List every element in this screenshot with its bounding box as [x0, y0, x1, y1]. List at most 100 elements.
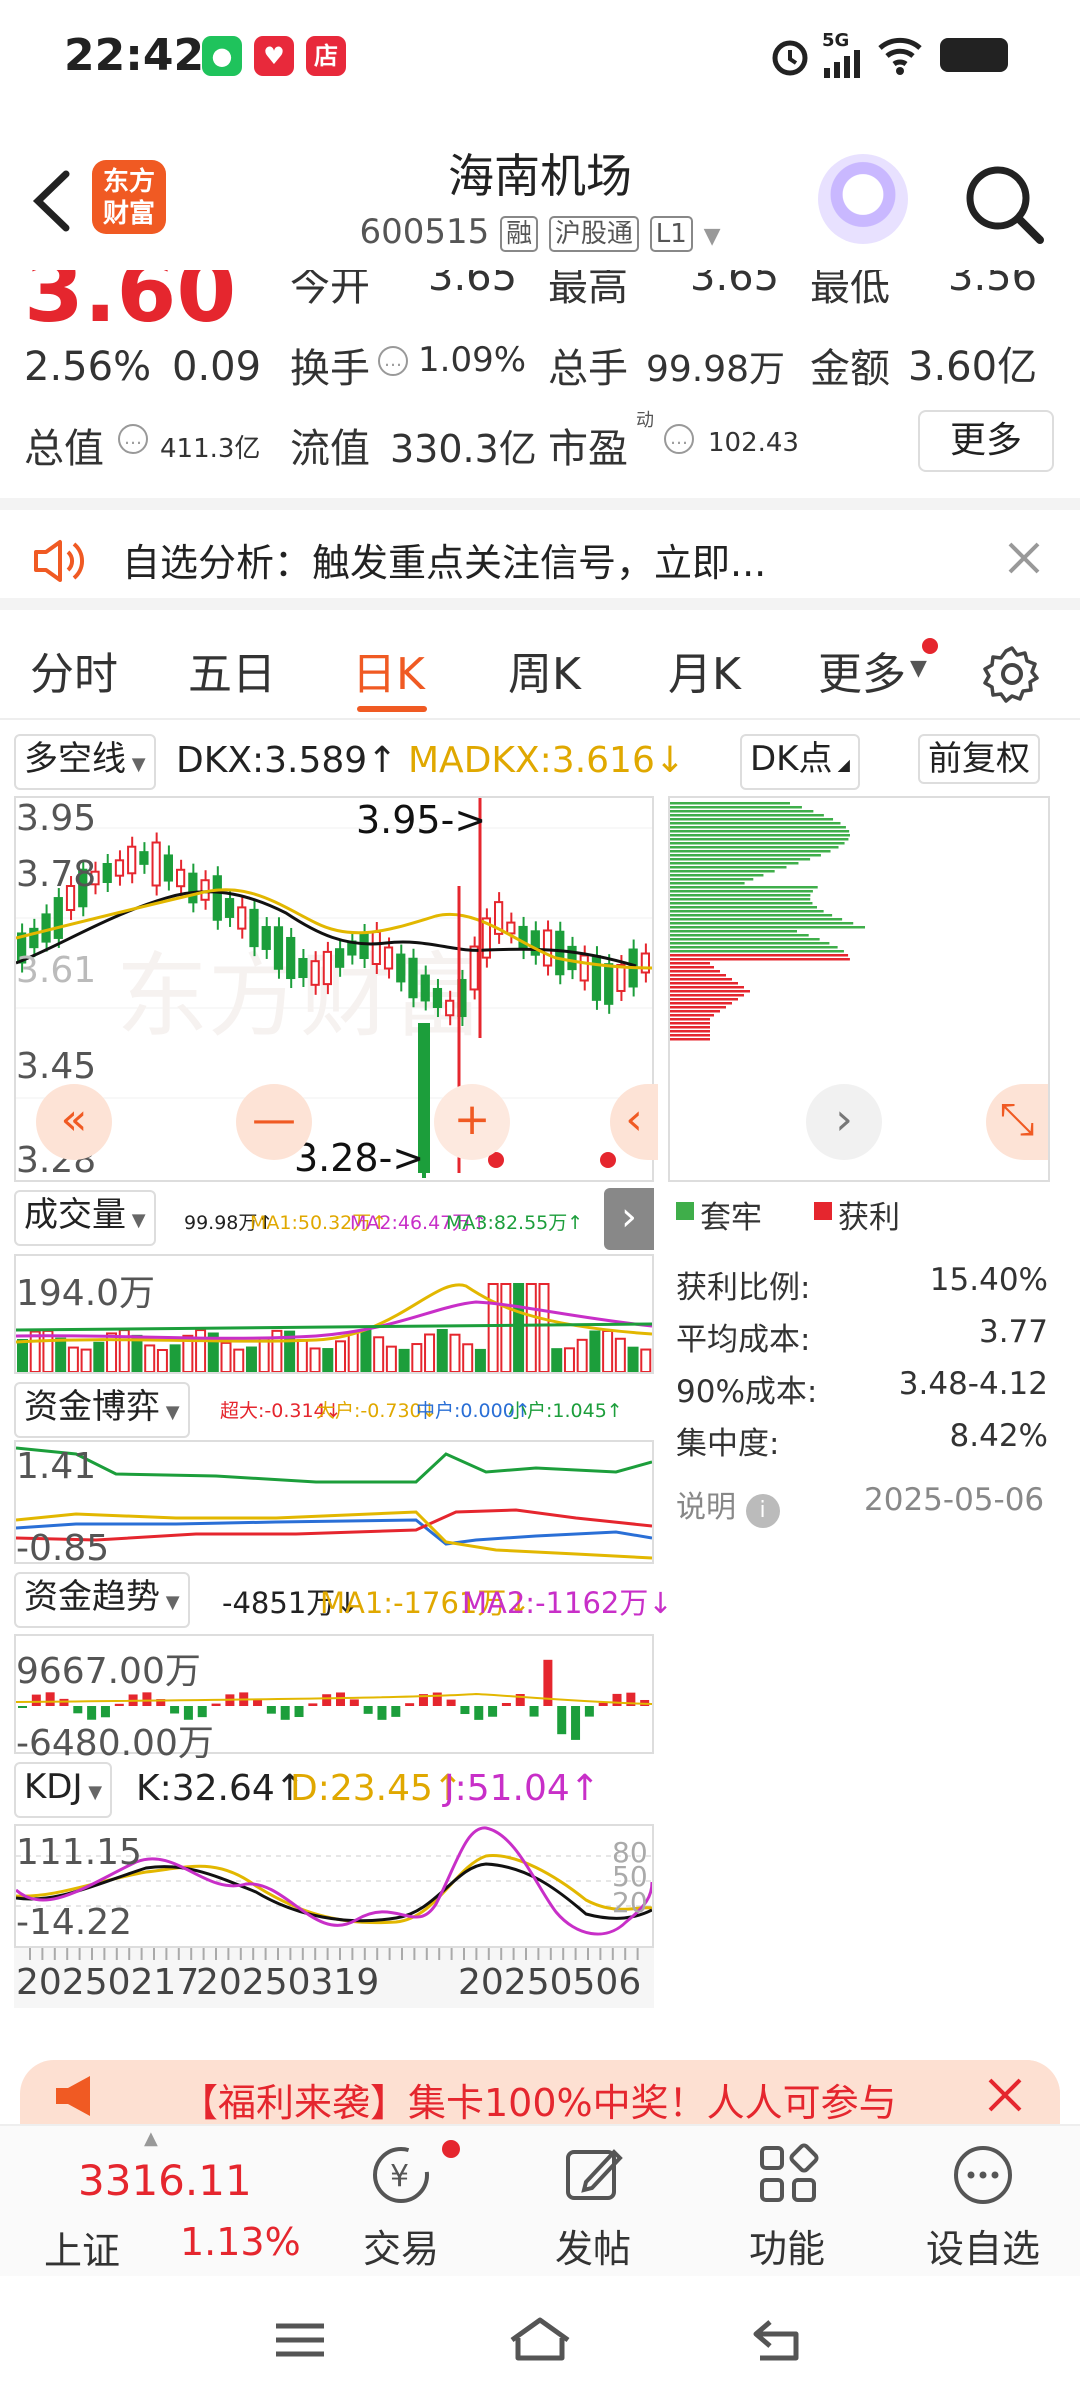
chip-next-icon[interactable]: › — [806, 1084, 882, 1160]
analysis-banner[interactable]: 自选分析：触发重点关注信号，立即... — [0, 498, 1080, 610]
volume-bar — [424, 1333, 436, 1373]
profit-ratio-row: 获利比例: 15.40% — [676, 1262, 1048, 1307]
volume-bar — [563, 1347, 575, 1374]
market-cap-info-icon[interactable]: … — [118, 424, 148, 454]
robot-avatar[interactable] — [818, 154, 908, 244]
nav-trade-label: 交易 — [362, 2227, 439, 2271]
candle-body — [273, 926, 284, 970]
volume-bar — [169, 1344, 181, 1374]
cost90-row: 90%成本: 3.48-4.12 — [676, 1366, 1048, 1411]
signal-icon — [824, 50, 860, 78]
price-axis-3: 3.61 — [16, 950, 97, 991]
fund-small: 小户:1.045↑ — [508, 1400, 623, 1422]
dk-point-select[interactable]: DK点 ◢ — [740, 734, 860, 790]
current-price: 3.60 — [24, 270, 237, 342]
tab-weekly-k[interactable]: 周K — [508, 638, 581, 702]
chip-bar — [670, 978, 732, 981]
candle-body — [286, 936, 296, 980]
promo-banner[interactable]: 【福利来袭】集卡100%中奖！人人可参与 — [20, 2060, 1060, 2128]
tab-more[interactable]: 更多 — [818, 638, 906, 702]
fund-game-select[interactable]: 资金博弈 ▼ — [14, 1382, 190, 1438]
close-icon[interactable] — [1004, 538, 1044, 578]
candle-body — [41, 913, 51, 943]
fund-trend-bar — [170, 1706, 180, 1714]
turnover-info-icon[interactable]: … — [378, 346, 408, 376]
nav-functions[interactable]: 功能 — [712, 2126, 862, 2278]
candle-body — [408, 957, 418, 999]
kdj-level-20: 20 — [612, 1886, 648, 1919]
chip-bar — [670, 918, 843, 921]
pe-dynamic-mark: 动 — [636, 410, 654, 431]
tab-five-day[interactable]: 五日 — [188, 638, 276, 702]
tab-intraday[interactable]: 分时 — [30, 638, 118, 702]
candle-body — [310, 960, 320, 986]
nav-post[interactable]: 发帖 — [518, 2126, 668, 2278]
clock: 22:42 — [64, 30, 205, 81]
trade-yen-icon: ¥ — [373, 2147, 429, 2203]
fund-trend-bar — [294, 1706, 304, 1718]
settings-gear-icon[interactable] — [982, 644, 1042, 704]
profit-legend: 获利 — [838, 1200, 900, 1236]
candle-body — [212, 875, 222, 921]
volume-bar — [80, 1348, 92, 1373]
chip-bar — [670, 1022, 710, 1025]
stock-subtitle[interactable]: 600515 融 沪股通 L1 ▼ — [0, 212, 1080, 252]
chip-bar — [670, 894, 811, 897]
home-icon[interactable] — [506, 2314, 574, 2364]
nav-add-watchlist[interactable]: 设自选 — [908, 2126, 1058, 2278]
pe-info-icon[interactable]: … — [664, 424, 694, 454]
note-link[interactable]: 说明 i — [676, 1482, 780, 1528]
svg-text:¥: ¥ — [390, 2159, 409, 2194]
fund-trend-bar — [322, 1694, 332, 1706]
fund-trend-select[interactable]: 资金趋势 ▼ — [14, 1572, 190, 1628]
chip-bar — [670, 970, 720, 973]
volume-bar — [589, 1330, 601, 1374]
candle-body — [102, 863, 112, 883]
volume-bar — [385, 1345, 397, 1373]
margin-tag: 融 — [500, 215, 539, 252]
volume-ma3-line — [15, 1322, 653, 1332]
chip-bar — [670, 834, 850, 837]
nav-trade[interactable]: ¥ 交易 — [326, 2126, 476, 2278]
chip-bar — [670, 1026, 710, 1029]
tab-daily-k[interactable]: 日K — [352, 638, 425, 702]
candle-body — [567, 945, 577, 971]
chip-bar — [670, 986, 744, 989]
adjust-select[interactable]: 前复权 — [918, 734, 1040, 784]
volume-bar — [144, 1344, 156, 1373]
scroll-left-icon[interactable]: « — [36, 1084, 112, 1160]
kline-panel[interactable]: 东方财富 3.95 3.78 3.61 3.45 3.28 3.95-> 3.2… — [14, 796, 658, 1182]
adjust-label: 前复权 — [918, 734, 1040, 784]
search-icon[interactable] — [960, 160, 1046, 246]
candle-body — [249, 908, 259, 948]
trapped-legend-swatch — [676, 1202, 694, 1220]
zoom-out-icon[interactable]: — — [236, 1084, 312, 1160]
collapse-arrow-icon[interactable]: › — [604, 1188, 654, 1250]
dropdown-caret-icon: ▼ — [703, 224, 721, 249]
kdj-k: K:32.64↑ — [136, 1768, 305, 1809]
volume-select[interactable]: 成交量 ▼ — [14, 1190, 156, 1246]
fund-trend-bar — [211, 1703, 221, 1706]
volume-bar — [500, 1283, 512, 1373]
date-axis: 20250217 20250319 20250506 — [14, 1948, 654, 2008]
kdj-label: KDJ — [24, 1767, 83, 1807]
high-label: 最高 — [548, 270, 628, 310]
fund-game-label: 资金博弈 — [24, 1387, 160, 1427]
volume-bar — [513, 1283, 525, 1373]
chip-bar — [670, 846, 839, 849]
candle-body — [359, 932, 369, 960]
volume-bar — [627, 1346, 639, 1374]
promo-close-icon[interactable] — [986, 2076, 1024, 2114]
kdj-select[interactable]: KDJ ▼ — [14, 1762, 113, 1818]
menu-icon[interactable] — [272, 2320, 328, 2360]
main-indicator-select[interactable]: 多空线 ▼ — [14, 734, 156, 790]
zoom-in-icon[interactable]: + — [434, 1084, 510, 1160]
fund-trend-axis-bottom: -6480.00万 — [16, 1723, 214, 1764]
back-nav-icon[interactable] — [750, 2316, 808, 2364]
kdj-j: J:51.04↑ — [444, 1768, 600, 1809]
more-quote-button[interactable]: 更多 — [918, 410, 1054, 472]
index-quote[interactable]: ▲ 3316.11 上证 1.13% — [30, 2126, 301, 2278]
tab-monthly-k[interactable]: 月K — [668, 638, 741, 702]
date-start: 20250217 — [16, 1962, 200, 2003]
chip-bar — [670, 962, 710, 965]
